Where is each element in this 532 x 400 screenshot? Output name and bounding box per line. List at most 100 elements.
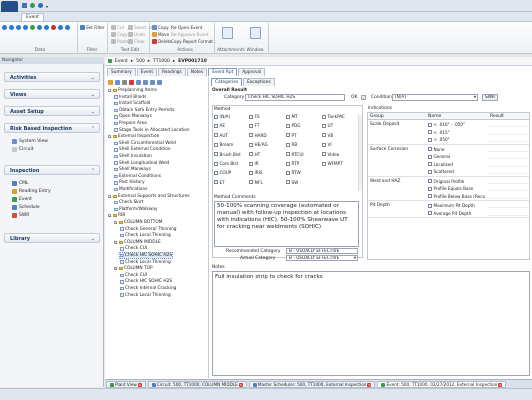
indication-row[interactable]: Maximum Pit Depth <box>428 203 475 208</box>
checkbox-box[interactable] <box>286 152 290 157</box>
first-record-icon[interactable] <box>2 25 7 30</box>
checkbox-box[interactable] <box>322 161 326 166</box>
method-checkbox[interactable]: WFMPT <box>322 161 343 166</box>
checkbox-box[interactable] <box>322 123 326 128</box>
close-icon[interactable]: × <box>498 382 503 387</box>
nav-section-rbi[interactable]: Risk Based Inspection ⌃ <box>4 123 100 133</box>
indication-row[interactable]: Original Profile <box>428 179 464 184</box>
quick-back-icon[interactable] <box>38 3 43 8</box>
indication-row[interactable]: Localized <box>428 162 453 167</box>
checkbox-box[interactable] <box>286 142 290 147</box>
method-checkbox[interactable]: ET <box>214 180 225 185</box>
tree-folder[interactable]: − External Inspection <box>108 134 159 139</box>
indication-row[interactable]: Average Pit Depth <box>428 211 471 216</box>
nav-section-activities[interactable]: Activities ⌄ <box>4 72 100 82</box>
nav-item-system-view[interactable]: System View <box>12 139 48 144</box>
checkbox-box[interactable] <box>214 123 218 128</box>
method-checkbox[interactable]: AUT <box>214 133 228 138</box>
checkbox-box[interactable] <box>214 142 218 147</box>
indication-result-cell[interactable] <box>488 130 528 135</box>
method-checkbox[interactable]: HT <box>249 152 260 157</box>
checkbox-box[interactable] <box>428 186 432 191</box>
checkbox-box[interactable] <box>322 114 326 119</box>
new-folder-icon[interactable] <box>108 80 113 85</box>
tree-item[interactable]: Prepare Area <box>114 121 147 126</box>
checkbox-box[interactable] <box>428 154 432 159</box>
tree-item[interactable]: Modifications <box>114 187 147 192</box>
nav-section-inspection[interactable]: Inspection ⌃ <box>4 165 100 175</box>
method-checkbox[interactable]: HE/AG <box>249 142 268 147</box>
checkbox-box[interactable] <box>428 147 432 151</box>
indication-row[interactable]: > .050" <box>428 137 450 142</box>
collapse-icon[interactable]: − <box>114 240 118 244</box>
tree-item[interactable]: Install Blinds <box>114 95 146 100</box>
checkbox-box[interactable] <box>249 123 253 128</box>
checkbox-box[interactable] <box>428 211 432 215</box>
attachments-icon[interactable] <box>222 27 233 39</box>
method-scrollbar[interactable] <box>358 115 362 191</box>
method-checkbox[interactable]: Video <box>322 152 339 157</box>
move-down-icon[interactable] <box>143 80 148 85</box>
nav-section-asset-setup[interactable]: Asset Setup ⌄ <box>4 106 100 116</box>
tree-item[interactable]: Obtain Safe Entry Permits <box>114 108 174 113</box>
delete-button[interactable]: Delete <box>152 39 172 44</box>
tree-item[interactable]: Shell Longitudinal Weld <box>114 161 169 166</box>
tree-item[interactable]: Check Local Thinning <box>120 260 171 265</box>
ribbon-tab-event[interactable]: Event <box>21 13 44 21</box>
checkbox-box[interactable] <box>214 161 218 166</box>
method-checkbox[interactable]: MT <box>286 114 298 119</box>
method-checkbox[interactable]: VI <box>322 142 332 147</box>
breadcrumb-item[interactable]: EVP001710 <box>178 59 207 64</box>
tree-folder[interactable]: − RBI <box>108 213 125 218</box>
actual-category-select[interactable]: B - USUALLY EFFECTIVE ▾ <box>286 255 358 261</box>
next-record-icon[interactable] <box>16 25 21 30</box>
breadcrumb-item[interactable]: TT1000 <box>153 59 170 64</box>
tab-notes[interactable]: Notes <box>186 68 208 76</box>
indication-row[interactable]: < .016" - .050" <box>428 122 465 127</box>
window-tab-master-scheduler[interactable]: Master Scheduler: 500, TT1000, External … <box>248 381 376 388</box>
tree-folder[interactable]: − External Supports and Structures <box>108 194 189 199</box>
tree-item[interactable]: Check Local Thinning <box>120 293 171 298</box>
breadcrumb-item[interactable]: 500 <box>136 59 145 64</box>
checkbox-box[interactable] <box>428 137 432 142</box>
checkbox-box[interactable] <box>286 161 290 166</box>
window-tab-event[interactable]: Event: 500, TT1000, 02/27/2012, External… <box>377 381 507 388</box>
tab-exceptions[interactable]: Exceptions <box>243 78 275 86</box>
new-item-icon[interactable] <box>115 80 120 85</box>
move-up-icon[interactable] <box>136 80 141 85</box>
tree-item[interactable]: Shell Circumferential Weld <box>114 141 176 146</box>
tab-categories[interactable]: Categories <box>211 78 243 86</box>
quick-dropdown-icon[interactable]: ▾ <box>46 4 48 9</box>
window-tab-circuit[interactable]: Circuit: 500, TT1000, COLUMN MIDDLE × <box>147 381 247 388</box>
breadcrumb-item[interactable]: Event <box>115 59 128 64</box>
method-checkbox[interactable]: (N/A) <box>214 114 230 119</box>
indication-result-cell[interactable] <box>488 194 528 199</box>
tree-item[interactable]: External Conditions <box>114 174 161 179</box>
tree-item[interactable]: Shell External Condition <box>114 147 171 152</box>
save-record-icon[interactable] <box>37 25 42 30</box>
method-checkbox[interactable]: UT <box>322 123 333 128</box>
checkbox-box[interactable] <box>286 170 290 175</box>
method-checkbox[interactable]: Com Blst <box>214 161 238 166</box>
tree-item[interactable]: Check HIC SOHIC H2S <box>120 279 172 284</box>
checkbox-box[interactable] <box>428 130 432 134</box>
tree-folder[interactable]: − COLUMN TOP <box>114 266 153 271</box>
method-checkbox[interactable]: RTP <box>286 161 299 166</box>
copy-report-format-button[interactable]: Copy Report Format <box>171 39 213 44</box>
checkbox-box[interactable] <box>249 161 253 166</box>
last-record-icon[interactable] <box>23 25 28 30</box>
method-checkbox[interactable]: IR <box>249 161 259 166</box>
indication-result-cell[interactable] <box>488 169 528 174</box>
method-checkbox[interactable]: RTW <box>286 170 301 175</box>
collapse-icon[interactable]: − <box>114 221 118 225</box>
method-checkbox[interactable]: Broom <box>214 142 233 147</box>
tree-item[interactable]: Install Scaffold <box>114 101 151 106</box>
copy-text-button[interactable]: Copy <box>111 32 128 37</box>
checkbox-box[interactable] <box>214 152 218 157</box>
method-checkbox[interactable]: SW <box>286 180 298 185</box>
checkbox-box[interactable] <box>428 169 432 174</box>
indication-result-cell[interactable] <box>488 203 528 208</box>
indication-row[interactable]: None <box>428 147 444 152</box>
close-icon[interactable]: × <box>238 382 243 387</box>
cut-button[interactable]: Cut <box>111 25 124 30</box>
